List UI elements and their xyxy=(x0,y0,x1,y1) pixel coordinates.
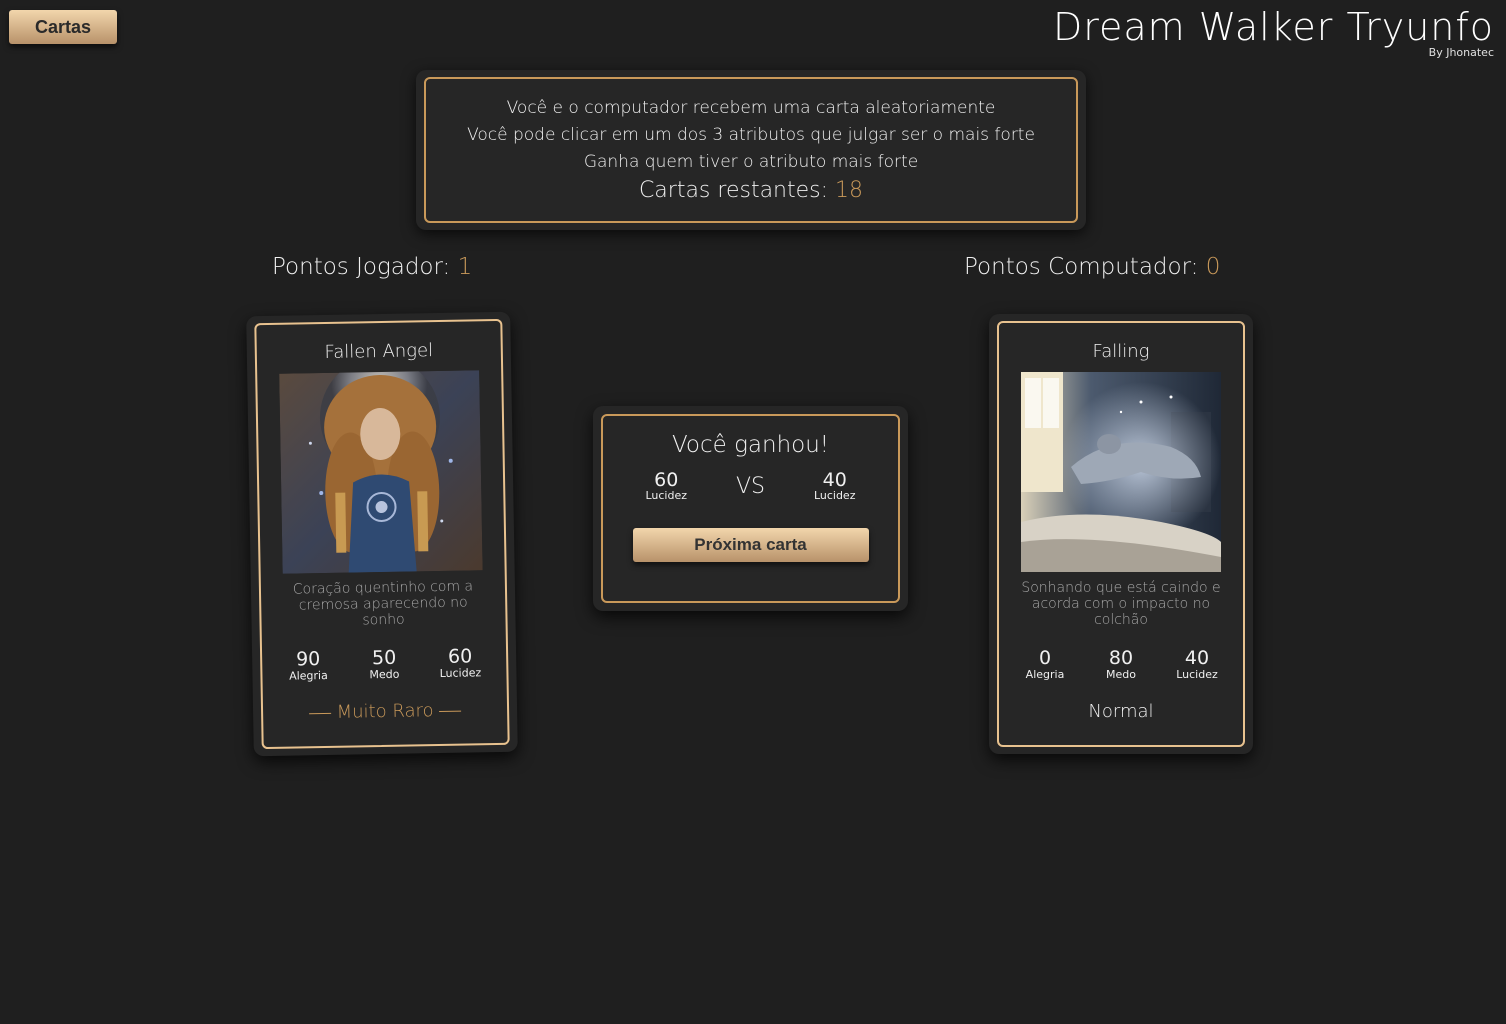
cpu-score-value: 0 xyxy=(1205,254,1221,280)
player-card-description: Coração quentinho com a cremosa aparecen… xyxy=(292,578,474,629)
result-cpu-stat: 40 Lucidez xyxy=(814,470,856,502)
brand: Dream Walker Tryunfo By Jhonatec xyxy=(1053,4,1494,59)
player-card-name: Fallen Angel xyxy=(324,340,434,363)
cpu-attr-lucidez: 40 Lucidez xyxy=(1172,648,1222,681)
result-player-attr: Lucidez xyxy=(645,489,688,502)
attr-label: Medo xyxy=(369,667,400,682)
result-cpu-value: 40 xyxy=(822,469,847,491)
player-card-attributes: 90 Alegria 50 Medo 60 Lucidez xyxy=(262,645,507,683)
remaining-value: 18 xyxy=(835,178,864,203)
next-card-button[interactable]: Próxima carta xyxy=(632,528,869,562)
attr-value: 90 xyxy=(295,648,321,671)
cpu-card-description: Sonhando que está caindo e acorda com o … xyxy=(1021,580,1221,628)
attr-label: Lucidez xyxy=(439,666,482,681)
result-panel: Você ganhou! 60 Lucidez VS 40 Lucidez Pr… xyxy=(593,406,908,611)
vs-row: 60 Lucidez VS 40 Lucidez xyxy=(621,470,880,502)
rules-line-3: Ganha quem tiver o atributo mais forte xyxy=(583,152,919,172)
player-attr-medo[interactable]: 50 Medo xyxy=(359,646,410,682)
remaining-label: Cartas restantes: xyxy=(638,178,829,203)
attr-value: 80 xyxy=(1108,647,1134,669)
cpu-card-frame: Falling Sonhando que está caindo e acord… xyxy=(997,321,1245,747)
cpu-card-rarity: Normal xyxy=(1088,701,1154,722)
player-card-image xyxy=(279,370,483,574)
rarity-dash-right xyxy=(439,710,462,712)
player-score-value: 1 xyxy=(457,254,473,280)
rules-frame: Você e o computador recebem uma carta al… xyxy=(424,77,1078,223)
cpu-card-attributes: 0 Alegria 80 Medo 40 Lucidez xyxy=(999,648,1243,681)
attr-value: 0 xyxy=(1038,647,1052,669)
attr-value: 60 xyxy=(447,645,473,668)
player-card-rarity: Muito Raro xyxy=(263,699,507,724)
cpu-card-image xyxy=(1021,372,1221,572)
player-card: Fallen Angel Coração quentinho com a cre… xyxy=(246,311,518,757)
cpu-card: Falling Sonhando que está caindo e acord… xyxy=(989,314,1253,754)
result-player-value: 60 xyxy=(654,469,679,491)
attr-label: Alegria xyxy=(289,668,328,683)
vs-label: VS xyxy=(735,473,765,499)
player-score: Pontos Jogador: 1 xyxy=(272,254,472,280)
cpu-card-name: Falling xyxy=(1092,341,1150,362)
result-cpu-attr: Lucidez xyxy=(813,489,856,502)
attr-value: 50 xyxy=(371,646,397,670)
cpu-score: Pontos Computador: 0 xyxy=(964,254,1220,280)
rules-line-1: Você e o computador recebem uma carta al… xyxy=(506,98,996,118)
result-player-stat: 60 Lucidez xyxy=(645,470,687,502)
player-attr-alegria[interactable]: 90 Alegria xyxy=(283,648,334,683)
attr-label: Medo xyxy=(1106,668,1136,681)
player-attr-lucidez[interactable]: 60 Lucidez xyxy=(435,645,486,681)
cpu-attr-alegria: 0 Alegria xyxy=(1020,648,1070,681)
cpu-score-label: Pontos Computador: xyxy=(964,254,1199,280)
attr-label: Lucidez xyxy=(1176,668,1218,681)
rarity-dash-left xyxy=(308,712,331,714)
result-frame: Você ganhou! 60 Lucidez VS 40 Lucidez Pr… xyxy=(601,414,900,603)
rules-line-2: Você pode clicar em um dos 3 atributos q… xyxy=(467,125,1035,145)
app-title: Dream Walker Tryunfo xyxy=(1052,5,1494,49)
cpu-attr-medo: 80 Medo xyxy=(1096,648,1146,681)
attr-label: Alegria xyxy=(1025,668,1065,681)
result-title: Você ganhou! xyxy=(671,432,830,458)
player-score-label: Pontos Jogador: xyxy=(272,254,451,280)
attr-value: 40 xyxy=(1184,647,1210,669)
rules-panel: Você e o computador recebem uma carta al… xyxy=(416,70,1086,230)
cards-button[interactable]: Cartas xyxy=(9,10,117,44)
player-card-frame: Fallen Angel Coração quentinho com a cre… xyxy=(254,318,510,750)
remaining-cards: Cartas restantes: 18 xyxy=(426,176,1076,206)
rarity-label: Muito Raro xyxy=(336,700,434,723)
